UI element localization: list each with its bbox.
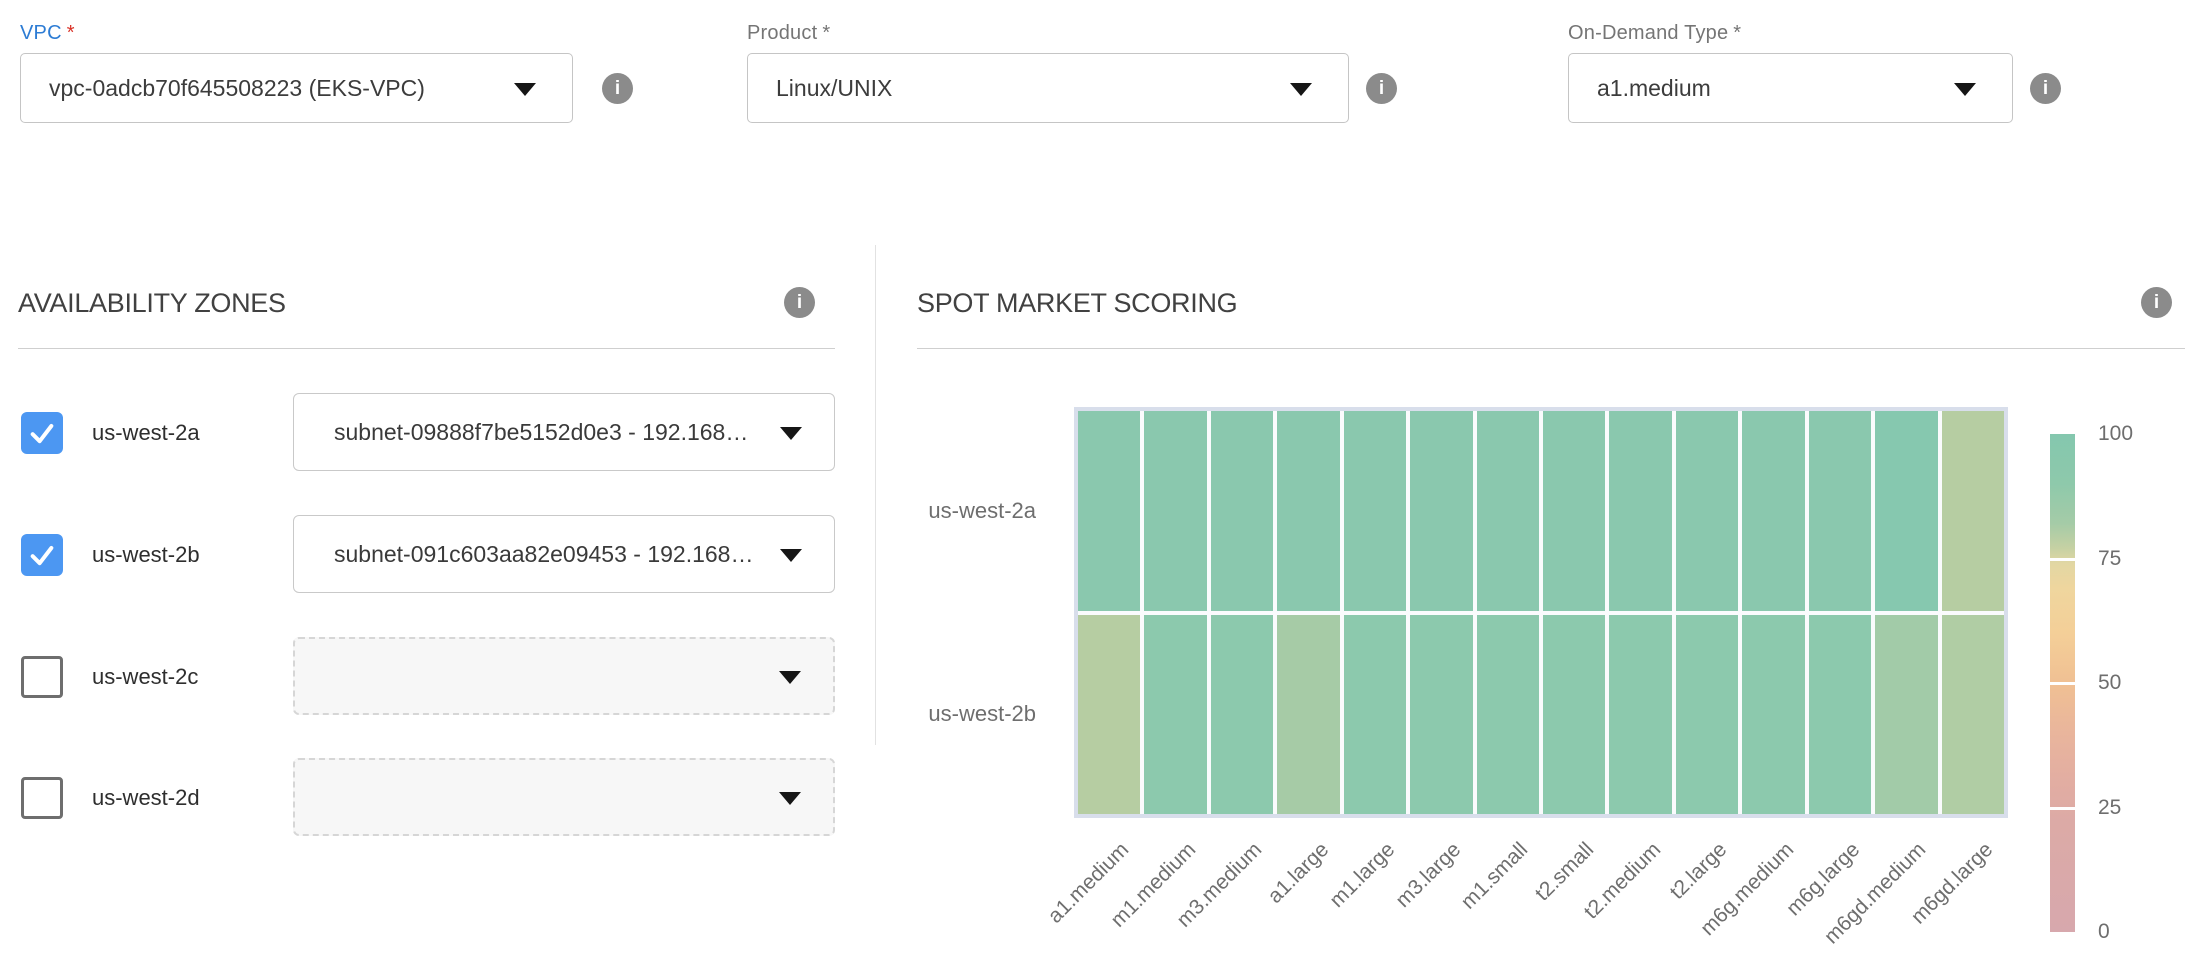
vpc-select-value: vpc-0adcb70f645508223 (EKS-VPC) (49, 75, 425, 102)
heatmap-cell (1211, 411, 1273, 611)
colorbar-tick-line (2050, 807, 2075, 810)
colorbar-tick-label: 0 (2098, 920, 2110, 944)
zone-checkbox-us-west-2b[interactable] (21, 534, 63, 576)
product-required-marker: * (822, 22, 830, 44)
vpc-select[interactable]: vpc-0adcb70f645508223 (EKS-VPC) (20, 53, 573, 123)
subnet-select-us-west-2a[interactable]: subnet-09888f7be5152d0e3 - 192.168… (293, 393, 835, 471)
colorbar-tick-label: 75 (2098, 547, 2121, 571)
heatmap-cell (1676, 615, 1738, 815)
x-tick-label: m3.large (1392, 838, 1467, 913)
info-glyph: i (2154, 292, 2159, 314)
availability-zones-title: AVAILABILITY ZONES (18, 288, 286, 319)
on-demand-type-required-marker: * (1733, 22, 1741, 44)
caret-down-icon (779, 792, 801, 805)
y-tick-label: us-west-2b (816, 701, 1036, 727)
heatmap-cell (1676, 411, 1738, 611)
caret-down-icon (780, 427, 802, 440)
heatmap-grid (1078, 411, 2004, 814)
product-label-text: Product (747, 22, 817, 44)
heatmap-cell (1942, 615, 2004, 815)
info-glyph: i (1379, 78, 1384, 100)
info-glyph: i (797, 292, 802, 314)
subnet-select-us-west-2b[interactable]: subnet-091c603aa82e09453 - 192.168… (293, 515, 835, 593)
product-select[interactable]: Linux/UNIX (747, 53, 1349, 123)
subnet-select-us-west-2c[interactable] (293, 637, 835, 715)
vpc-field-label: VPC* (20, 22, 75, 45)
on-demand-type-field-label: On-Demand Type* (1568, 22, 1741, 45)
heatmap-cell (1277, 411, 1339, 611)
heatmap-cell (1609, 411, 1671, 611)
info-glyph: i (2043, 78, 2048, 100)
zone-checkbox-us-west-2d[interactable] (21, 777, 63, 819)
heatmap-cell (1543, 615, 1605, 815)
spot-market-scoring-title: SPOT MARKET SCORING (917, 288, 1237, 319)
caret-down-icon (780, 549, 802, 562)
subnet-select-value: subnet-091c603aa82e09453 - 192.168… (334, 541, 753, 568)
heatmap-cell (1078, 411, 1140, 611)
x-tick-label: m1.small (1456, 838, 1532, 914)
x-tick-label: m1.large (1325, 838, 1400, 913)
colorbar-tick-label: 50 (2098, 671, 2121, 695)
section-vertical-divider (875, 245, 876, 745)
spot-market-scoring-info-icon[interactable]: i (2141, 287, 2172, 318)
zone-checkbox-us-west-2a[interactable] (21, 412, 63, 454)
heatmap-cell (1410, 615, 1472, 815)
heatmap-cell (1742, 615, 1804, 815)
heatmap-cell (1078, 615, 1140, 815)
on-demand-type-select[interactable]: a1.medium (1568, 53, 2013, 123)
on-demand-type-label-text: On-Demand Type (1568, 22, 1728, 44)
zone-label: us-west-2d (92, 785, 200, 811)
product-info-icon[interactable]: i (1366, 73, 1397, 104)
on-demand-type-info-icon[interactable]: i (2030, 73, 2061, 104)
availability-zones-divider (18, 348, 835, 349)
heatmap-cell (1942, 411, 2004, 611)
vpc-label-text: VPC (20, 22, 62, 44)
heatmap-cell (1477, 411, 1539, 611)
colorbar-tick-line (2050, 558, 2075, 561)
zone-label: us-west-2b (92, 542, 200, 568)
heatmap-cell (1344, 615, 1406, 815)
heatmap-cell (1144, 615, 1206, 815)
vpc-info-icon[interactable]: i (602, 73, 633, 104)
heatmap-cell (1144, 411, 1206, 611)
heatmap-cell (1344, 411, 1406, 611)
colorbar-tick-line (2050, 682, 2075, 685)
caret-down-icon (779, 671, 801, 684)
subnet-select-us-west-2d[interactable] (293, 758, 835, 836)
spot-market-heatmap (1074, 407, 2008, 818)
heatmap-cell (1543, 411, 1605, 611)
checkmark-icon (28, 541, 56, 569)
heatmap-cell (1875, 615, 1937, 815)
x-tick-label: t2.large (1666, 838, 1733, 905)
caret-down-icon (514, 83, 536, 96)
heatmap-cell (1609, 615, 1671, 815)
product-select-value: Linux/UNIX (776, 75, 892, 102)
heatmap-cell (1211, 615, 1273, 815)
caret-down-icon (1290, 83, 1312, 96)
availability-zones-info-icon[interactable]: i (784, 287, 815, 318)
heatmap-cell (1809, 411, 1871, 611)
heatmap-cell (1742, 411, 1804, 611)
zone-label: us-west-2a (92, 420, 200, 446)
on-demand-type-select-value: a1.medium (1597, 75, 1711, 102)
heatmap-cell (1875, 411, 1937, 611)
zone-label: us-west-2c (92, 664, 198, 690)
checkmark-icon (28, 419, 56, 447)
colorbar-tick-label: 100 (2098, 422, 2133, 446)
caret-down-icon (1954, 83, 1976, 96)
heatmap-cell (1477, 615, 1539, 815)
heatmap-cell (1410, 411, 1472, 611)
info-glyph: i (615, 78, 620, 100)
product-field-label: Product* (747, 22, 830, 45)
x-tick-label: t2.small (1531, 838, 1599, 906)
colorbar-tick-label: 25 (2098, 796, 2121, 820)
zone-checkbox-us-west-2c[interactable] (21, 656, 63, 698)
x-tick-label: a1.large (1263, 838, 1334, 909)
heatmap-cell (1277, 615, 1339, 815)
subnet-select-value: subnet-09888f7be5152d0e3 - 192.168… (334, 419, 748, 446)
heatmap-cell (1809, 615, 1871, 815)
y-tick-label: us-west-2a (816, 498, 1036, 524)
vpc-required-marker: * (67, 22, 75, 44)
spot-market-scoring-divider (917, 348, 2185, 349)
